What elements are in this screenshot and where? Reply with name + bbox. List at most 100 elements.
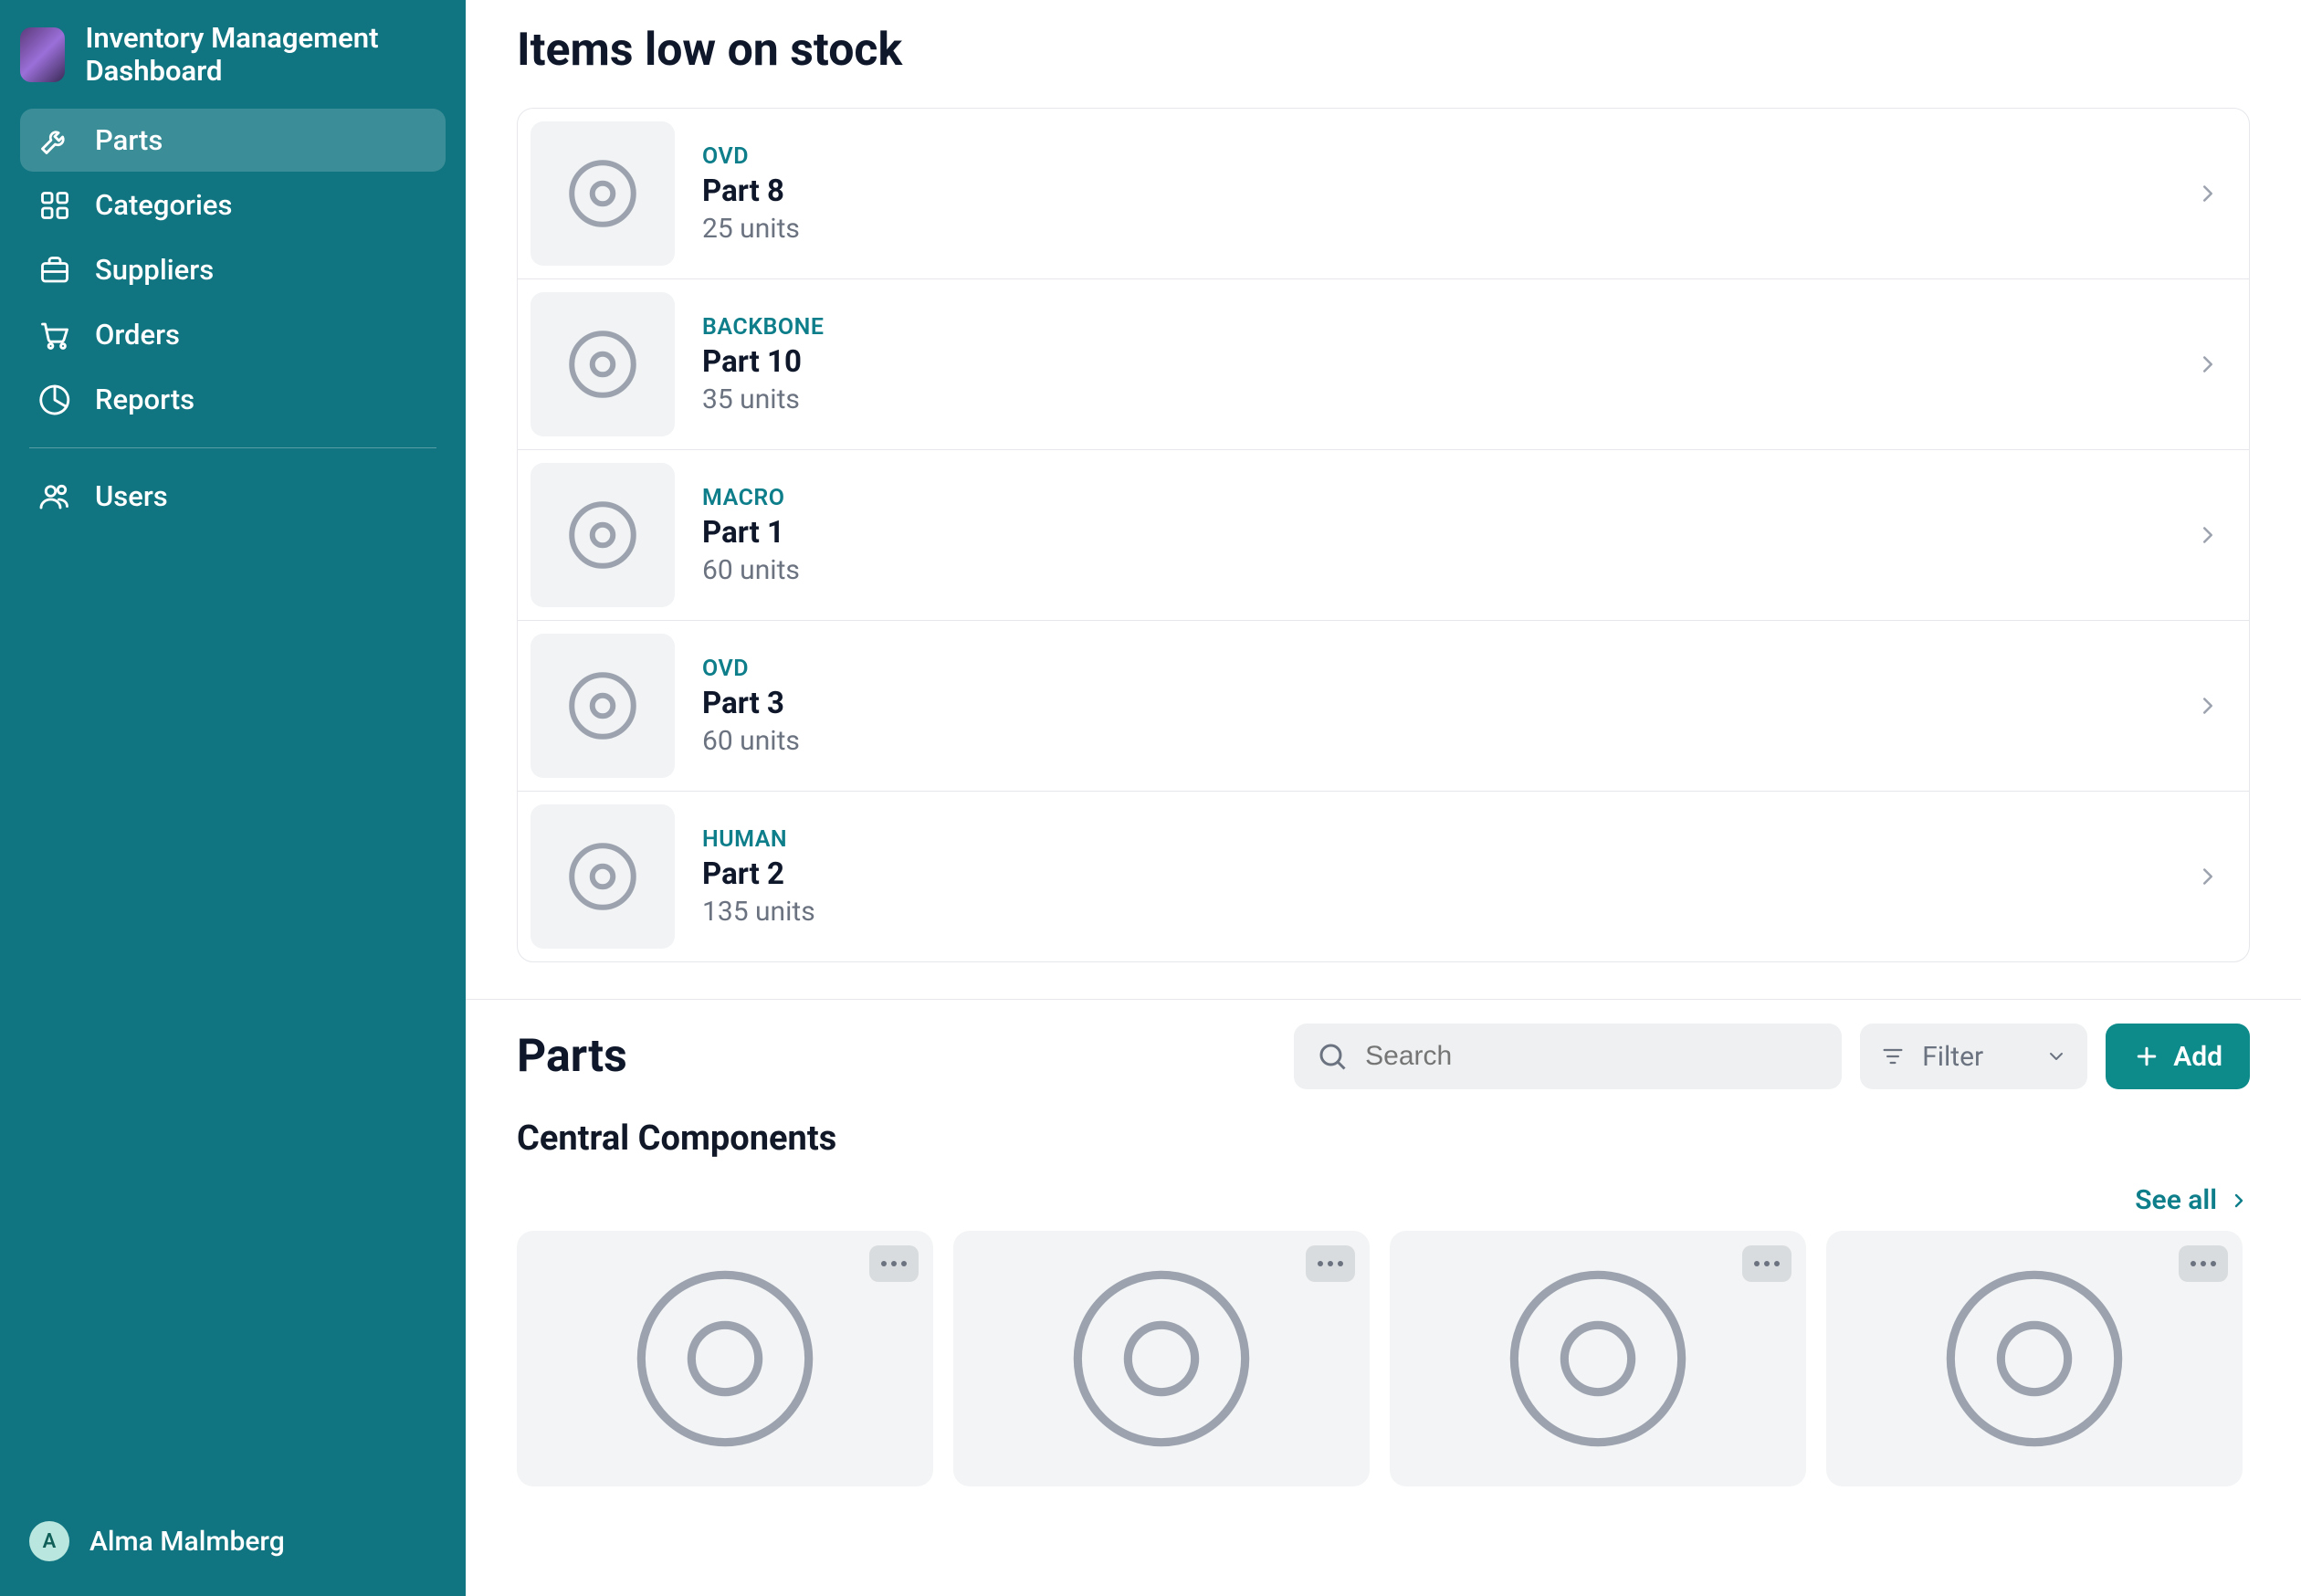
part-category: MACRO [702, 485, 2167, 511]
low-stock-item[interactable]: HUMAN Part 2 135 units [518, 791, 2249, 961]
part-category: HUMAN [702, 826, 2167, 853]
low-stock-info: BACKBONE Part 1035 units [702, 314, 2167, 415]
card-more-button[interactable] [869, 1245, 919, 1282]
part-image [1061, 1258, 1262, 1459]
add-button[interactable]: Add [2106, 1024, 2250, 1089]
more-icon [2191, 1261, 2216, 1266]
part-name: Part 8 [702, 173, 2167, 209]
part-name: Part 3 [702, 686, 2167, 721]
part-card[interactable] [1826, 1231, 2243, 1486]
card-more-button[interactable] [2179, 1245, 2228, 1282]
part-image [1497, 1258, 1698, 1459]
grid-icon [38, 189, 71, 222]
sidebar-item-parts[interactable]: Parts [20, 109, 446, 172]
parts-header: Parts Filter Add [517, 1024, 2250, 1089]
pie-icon [38, 383, 71, 416]
more-icon [1318, 1261, 1343, 1266]
main: Items low on stock OVD Part 8 25 units BACK… [466, 0, 2301, 1596]
parts-title: Parts [517, 1030, 1276, 1083]
sidebar-item-categories[interactable]: Categories [20, 173, 446, 236]
part-card[interactable] [953, 1231, 1370, 1486]
filter-button[interactable]: Filter [1860, 1024, 2087, 1089]
parts-group-title: Central Components [517, 1118, 2250, 1159]
brand-logo [20, 27, 65, 82]
chevron-down-icon [2045, 1045, 2067, 1067]
nav-primary: Parts Categories Suppliers Orders Reports [20, 109, 446, 431]
part-category: OVD [702, 143, 2167, 170]
low-stock-info: OVD Part 8 25 units [702, 143, 2167, 245]
sidebar-item-label: Orders [95, 318, 180, 352]
nav-divider [29, 447, 436, 448]
part-name: Part 10 [702, 344, 2167, 380]
sidebar-item-label: Users [95, 479, 168, 513]
part-units: 60 units [702, 725, 2167, 757]
part-category: OVD [702, 656, 2167, 682]
user-row[interactable]: A Alma Malmberg [20, 1508, 446, 1574]
chevron-right-icon [2194, 351, 2222, 378]
sidebar-item-label: Categories [95, 188, 232, 222]
low-stock-item[interactable]: BACKBONE Part 1035 units [518, 278, 2249, 449]
plus-icon [2133, 1043, 2160, 1070]
part-units: 135 units [702, 896, 2167, 928]
part-card[interactable] [517, 1231, 933, 1486]
chevron-right-icon [2194, 180, 2222, 207]
part-category: BACKBONE [702, 314, 2167, 341]
filter-label: Filter [1922, 1041, 2029, 1073]
part-units: 25 units [702, 213, 2167, 245]
more-icon [881, 1261, 907, 1266]
briefcase-icon [38, 254, 71, 287]
low-stock-item[interactable]: OVD Part 8 25 units [518, 109, 2249, 278]
low-stock-list: OVD Part 8 25 units BACKBONE Part 1035 units… [517, 108, 2250, 962]
low-stock-title: Items low on stock [517, 24, 2250, 77]
see-all-row: See all [517, 1184, 2250, 1216]
part-thumbnail [531, 634, 675, 778]
part-units: 60 units [702, 554, 2167, 586]
parts-section: Parts Filter Add Central Components See … [466, 1000, 2301, 1523]
chevron-right-icon [2228, 1190, 2250, 1212]
brand: Inventory Management Dashboard [20, 22, 446, 87]
part-name: Part 1 [702, 515, 2167, 551]
brand-title: Inventory Management Dashboard [85, 22, 446, 87]
parts-cards [517, 1231, 2250, 1486]
avatar: A [29, 1521, 69, 1561]
low-stock-info: HUMAN Part 2 135 units [702, 826, 2167, 928]
chevron-right-icon [2194, 692, 2222, 719]
see-all-link[interactable]: See all [2135, 1184, 2217, 1216]
sidebar-item-orders[interactable]: Orders [20, 303, 446, 366]
card-more-button[interactable] [1306, 1245, 1355, 1282]
part-thumbnail [531, 463, 675, 607]
add-label: Add [2173, 1041, 2222, 1073]
low-stock-info: OVD Part 3 60 units [702, 656, 2167, 757]
part-name: Part 2 [702, 856, 2167, 892]
users-icon [38, 480, 71, 513]
cart-icon [38, 319, 71, 352]
search-input[interactable] [1365, 1041, 1820, 1072]
low-stock-section: Items low on stock OVD Part 8 25 units BACK… [466, 0, 2301, 999]
sidebar-item-label: Suppliers [95, 253, 214, 287]
part-thumbnail [531, 804, 675, 949]
sidebar-item-users[interactable]: Users [20, 465, 446, 528]
nav-secondary: Users [20, 465, 446, 528]
part-thumbnail [531, 121, 675, 266]
search-icon [1316, 1040, 1349, 1073]
low-stock-info: MACRO Part 160 units [702, 485, 2167, 586]
sidebar: Inventory Management Dashboard Parts Cate… [0, 0, 466, 1596]
sidebar-item-suppliers[interactable]: Suppliers [20, 238, 446, 301]
chevron-right-icon [2194, 521, 2222, 549]
part-units: 35 units [702, 383, 2167, 415]
part-card[interactable] [1390, 1231, 1806, 1486]
low-stock-item[interactable]: MACRO Part 160 units [518, 449, 2249, 620]
sidebar-item-label: Reports [95, 383, 194, 416]
part-image [1934, 1258, 2135, 1459]
user-name: Alma Malmberg [89, 1526, 285, 1558]
filter-icon [1880, 1044, 1906, 1069]
part-thumbnail [531, 292, 675, 436]
sidebar-item-label: Parts [95, 123, 163, 157]
low-stock-item[interactable]: OVD Part 3 60 units [518, 620, 2249, 791]
sidebar-item-reports[interactable]: Reports [20, 368, 446, 431]
wrench-icon [38, 124, 71, 157]
card-more-button[interactable] [1742, 1245, 1791, 1282]
chevron-right-icon [2194, 863, 2222, 890]
search-box[interactable] [1294, 1024, 1842, 1089]
more-icon [1754, 1261, 1780, 1266]
